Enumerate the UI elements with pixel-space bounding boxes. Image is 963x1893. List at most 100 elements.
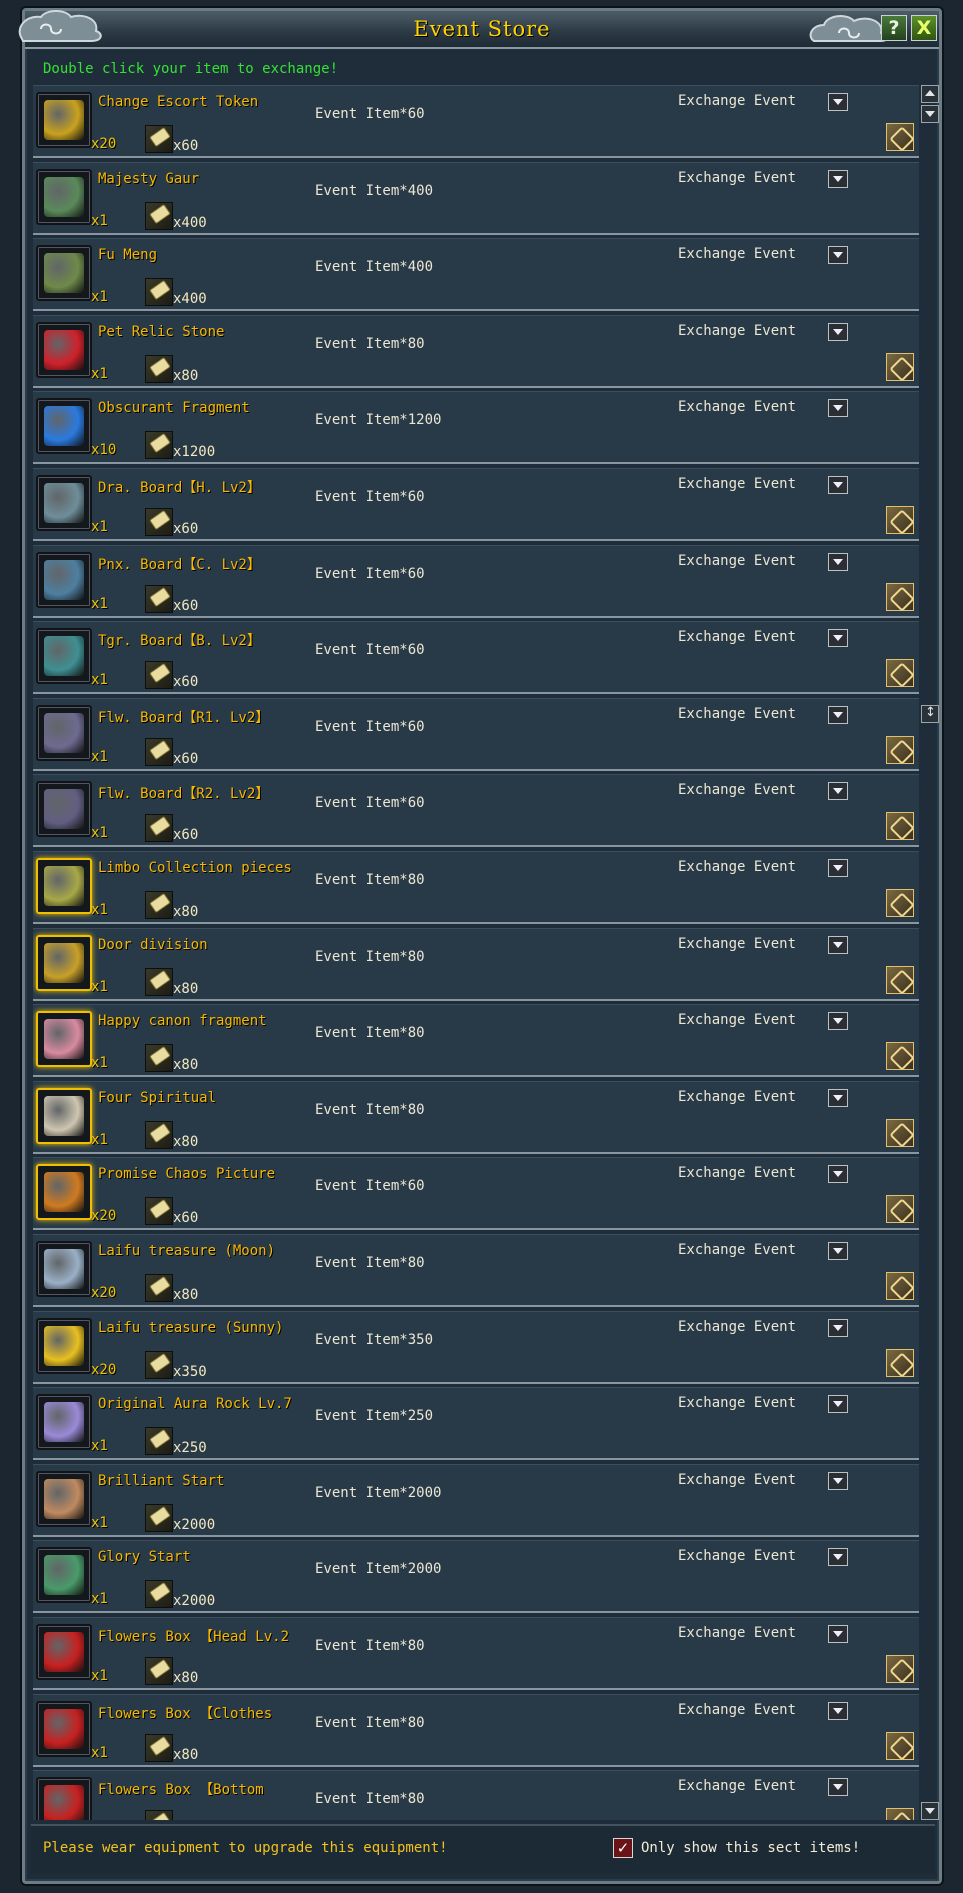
- chevron-down-icon[interactable]: [828, 705, 848, 724]
- list-item[interactable]: Flowers Box 【Bottomx1x80Event Item*80Exc…: [33, 1770, 919, 1820]
- scroll-icon[interactable]: [36, 934, 92, 991]
- aura-rock-icon[interactable]: [36, 1394, 92, 1451]
- board-icon[interactable]: [36, 475, 92, 531]
- chevron-down-icon[interactable]: [828, 1088, 848, 1107]
- collection-pieces-icon[interactable]: [36, 858, 92, 914]
- chevron-down-icon[interactable]: [828, 169, 848, 188]
- board-icon[interactable]: [36, 551, 92, 608]
- list-item[interactable]: Happy canon fragment x1 x80 Event Item*80 Ex…: [33, 1004, 919, 1078]
- chevron-down-icon[interactable]: [828, 552, 848, 571]
- chevron-down-icon[interactable]: [828, 1395, 848, 1414]
- brilliant-start-icon[interactable]: [36, 1470, 92, 1527]
- chevron-down-icon[interactable]: [828, 476, 848, 494]
- fu-meng-icon[interactable]: [36, 245, 92, 302]
- list-item[interactable]: Pet Relic Stone x1 x80 Event Item*80 Exchang…: [33, 314, 919, 388]
- chevron-down-icon[interactable]: [828, 1701, 848, 1720]
- upgrade-icon[interactable]: [886, 506, 914, 534]
- list-item[interactable]: Flw. Board【R1. Lv2】 x1 x60 Event Item*60 Exc…: [33, 697, 919, 771]
- close-button[interactable]: X: [911, 15, 937, 41]
- scroll-down-arrow[interactable]: [921, 105, 939, 123]
- upgrade-icon[interactable]: [886, 735, 914, 764]
- chevron-down-icon[interactable]: [828, 1471, 848, 1490]
- list-item[interactable]: Obscurant Fragment x10 x1200 Event Item*120…: [33, 391, 919, 465]
- title-bar[interactable]: Event Store ? X: [18, 10, 939, 49]
- sect-filter-checkbox[interactable]: ✓: [613, 1838, 633, 1858]
- chevron-down-icon[interactable]: [828, 935, 848, 954]
- upgrade-icon[interactable]: [886, 1195, 914, 1224]
- item-name: Tgr. Board【B. Lv2】: [98, 633, 261, 650]
- upgrade-icon[interactable]: [886, 659, 914, 688]
- treasure-icon[interactable]: [36, 1317, 92, 1374]
- chevron-down-icon[interactable]: [828, 93, 848, 111]
- treasure-icon[interactable]: [36, 1241, 92, 1297]
- list-item[interactable]: Glory Start x1 x2000 Event Item*2000 Exchang…: [33, 1540, 919, 1614]
- list-item[interactable]: Door division x1 x80 Event Item*80 Exchange …: [33, 927, 919, 1001]
- list-item[interactable]: Four Spiritual x1 x80 Event Item*80 Exchange…: [33, 1080, 919, 1154]
- relic-stone-icon[interactable]: [36, 321, 92, 378]
- list-item[interactable]: Promise Chaos Picture x20 x60 Event Item*60…: [33, 1157, 919, 1231]
- requirement-text: Event Item*60: [315, 106, 425, 122]
- list-item[interactable]: Flowers Box 【Clothes x1 x80 Event Item*80 Ex…: [33, 1693, 919, 1767]
- upgrade-icon[interactable]: [886, 889, 914, 917]
- upgrade-icon[interactable]: [886, 812, 914, 841]
- board-icon[interactable]: [36, 704, 92, 761]
- chevron-down-icon[interactable]: [828, 1012, 848, 1031]
- glory-start-icon[interactable]: [36, 1547, 92, 1604]
- board-icon[interactable]: [36, 628, 92, 685]
- upgrade-icon[interactable]: [886, 1042, 914, 1071]
- upgrade-icon[interactable]: [886, 352, 914, 381]
- chevron-down-icon[interactable]: [828, 399, 848, 418]
- upgrade-icon[interactable]: [886, 1272, 914, 1300]
- cost-amount: x80: [173, 1746, 199, 1763]
- upgrade-icon[interactable]: [886, 1118, 914, 1147]
- chevron-down-icon[interactable]: [828, 1318, 848, 1337]
- upgrade-icon[interactable]: [886, 1348, 914, 1377]
- list-item[interactable]: Dra. Board【H. Lv2】 x1 x60 Event Item*60 Exch…: [33, 468, 919, 541]
- scroll-up-arrow[interactable]: [921, 85, 939, 103]
- list-item[interactable]: Majesty Gaur x1 x400 Event Item*400 Exchange…: [33, 161, 919, 235]
- chevron-down-icon[interactable]: [828, 629, 848, 648]
- chevron-down-icon[interactable]: [828, 246, 848, 265]
- list-item[interactable]: Tgr. Board【B. Lv2】 x1 x60 Event Item*60 Exch…: [33, 621, 919, 695]
- gaur-icon[interactable]: [36, 168, 92, 225]
- list-item[interactable]: Change Escort Token x20 x60 Event Item*60 Ex…: [33, 85, 919, 158]
- list-item[interactable]: Laifu treasure (Moon) x20 x80 Event Item*80…: [33, 1234, 919, 1307]
- scroll-thumb[interactable]: [921, 705, 939, 723]
- chevron-down-icon[interactable]: [828, 322, 848, 341]
- scroll-icon[interactable]: [36, 1087, 92, 1144]
- upgrade-icon[interactable]: [886, 1655, 914, 1683]
- gift-box-icon[interactable]: [36, 1700, 92, 1757]
- gift-box-icon[interactable]: [36, 1624, 92, 1680]
- list-item[interactable]: Laifu treasure (Sunny) x20 x350 Event Item*…: [33, 1310, 919, 1384]
- crystal-fragment-icon[interactable]: [36, 398, 92, 455]
- upgrade-icon[interactable]: [886, 123, 914, 151]
- chevron-down-icon[interactable]: [828, 1548, 848, 1567]
- upgrade-icon[interactable]: [886, 1808, 914, 1820]
- scrollbar[interactable]: [921, 85, 939, 1820]
- escort-token-icon[interactable]: [36, 92, 92, 148]
- list-item[interactable]: Pnx. Board【C. Lv2】 x1 x60 Event Item*60 Exch…: [33, 544, 919, 618]
- scroll-icon[interactable]: [36, 1011, 92, 1068]
- chevron-down-icon[interactable]: [828, 1625, 848, 1643]
- help-button[interactable]: ?: [881, 15, 907, 41]
- sect-filter-label[interactable]: Only show this sect items!: [641, 1840, 860, 1856]
- exchange-item-list[interactable]: Change Escort Token x20 x60 Event Item*60 Ex…: [33, 85, 919, 1820]
- chevron-down-icon[interactable]: [828, 782, 848, 801]
- list-item[interactable]: Flw. Board【R2. Lv2】 x1 x60 Event Item*60 Exc…: [33, 774, 919, 848]
- board-icon[interactable]: [36, 781, 92, 838]
- chevron-down-icon[interactable]: [828, 859, 848, 877]
- upgrade-icon[interactable]: [886, 965, 914, 994]
- list-item[interactable]: Original Aura Rock Lv.7 x1 x250 Event Item*…: [33, 1387, 919, 1461]
- chevron-down-icon[interactable]: [828, 1165, 848, 1184]
- chevron-down-icon[interactable]: [828, 1242, 848, 1260]
- gift-box-icon[interactable]: [36, 1777, 92, 1820]
- scroll-bottom-arrow[interactable]: [921, 1802, 939, 1820]
- list-item[interactable]: Limbo Collection pieces x1 x80 Event Item*8…: [33, 851, 919, 924]
- list-item[interactable]: Brilliant Start x1 x2000 Event Item*2000 Exc…: [33, 1463, 919, 1537]
- list-item[interactable]: Flowers Box 【Head Lv.2 x1 x80 Event Item*80…: [33, 1617, 919, 1690]
- chevron-down-icon[interactable]: [828, 1778, 848, 1797]
- upgrade-icon[interactable]: [886, 1731, 914, 1760]
- picture-icon[interactable]: [36, 1164, 92, 1221]
- upgrade-icon[interactable]: [886, 582, 914, 611]
- list-item[interactable]: Fu Meng x1 x400 Event Item*400 Exchange Even…: [33, 238, 919, 312]
